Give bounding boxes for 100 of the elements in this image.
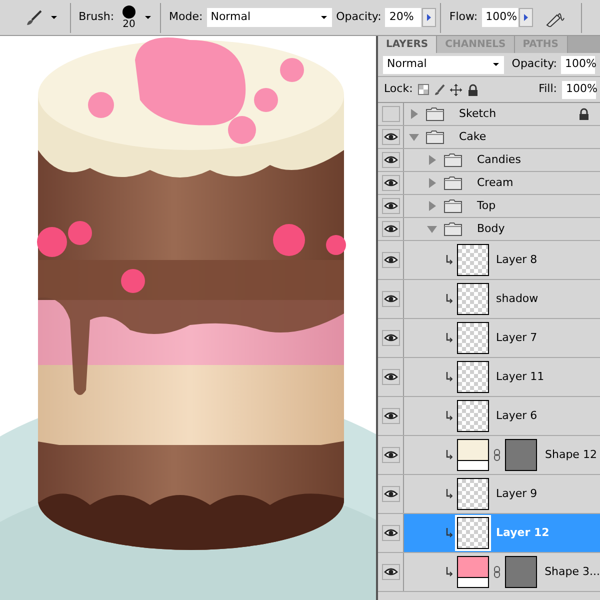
folder-icon <box>426 130 444 144</box>
visibility-toggle[interactable] <box>382 291 400 307</box>
eye-icon <box>384 131 398 143</box>
folder-icon <box>444 153 462 167</box>
opacity-field[interactable]: 20% <box>385 8 421 27</box>
clipping-arrow-icon <box>445 372 453 382</box>
lock-icon <box>466 84 479 96</box>
caret-icon <box>492 62 500 67</box>
opacity-label: Opacity: <box>335 9 382 26</box>
visibility-toggle[interactable] <box>382 175 400 191</box>
layer-row[interactable]: Layer 9 <box>404 475 600 513</box>
blend-mode-dropdown[interactable]: Normal <box>383 56 504 74</box>
layer-name: Layer 6 <box>496 408 538 424</box>
visibility-toggle[interactable] <box>382 525 400 541</box>
clipping-arrow-icon <box>445 411 453 421</box>
visibility-toggle[interactable] <box>382 252 400 268</box>
layer-name: shadow <box>496 290 538 307</box>
layer-row[interactable]: Layer 8 <box>404 241 600 279</box>
layer-name: Layer 8 <box>496 252 538 268</box>
layer-name: Candies <box>477 152 521 168</box>
layer-row[interactable]: Top <box>404 195 600 217</box>
brush-icon <box>26 10 42 26</box>
move-icon <box>450 84 462 96</box>
opacity-label: Opacity: <box>512 56 557 72</box>
brush-tip-icon <box>122 5 136 19</box>
layer-name: Cream <box>477 174 514 191</box>
visibility-toggle[interactable] <box>382 486 400 502</box>
clipping-arrow-icon <box>445 567 453 577</box>
eye-icon <box>384 177 398 189</box>
panel-tab[interactable]: LAYERS <box>378 36 438 53</box>
layer-row[interactable]: Candies <box>404 149 600 171</box>
layer-thumbnail <box>457 478 489 510</box>
folder-icon <box>426 107 444 121</box>
arrow-icon <box>427 14 432 21</box>
layer-name: Layer 9 <box>496 486 538 502</box>
layer-row[interactable]: Shape 12 <box>404 436 600 474</box>
layer-opacity-field[interactable]: 100% <box>561 56 595 74</box>
visibility-toggle[interactable] <box>382 106 400 122</box>
clipping-arrow-icon <box>445 450 453 460</box>
visibility-toggle[interactable] <box>382 369 400 385</box>
clipping-arrow-icon <box>445 294 453 304</box>
clipping-arrow-icon <box>445 255 453 265</box>
clipping-arrow-icon <box>445 489 453 499</box>
layer-name: Body <box>477 220 505 237</box>
layer-row[interactable]: Sketch <box>404 103 600 125</box>
eye-icon <box>384 488 398 500</box>
layer-row[interactable]: shadow <box>404 280 600 318</box>
clipping-arrow-icon <box>445 528 453 538</box>
layer-thumbnail <box>457 283 489 315</box>
eye-icon <box>384 566 398 578</box>
flow-label: Flow: <box>448 9 479 26</box>
flow-field[interactable]: 100% <box>482 8 518 27</box>
chain-icon <box>494 449 500 461</box>
chain-icon <box>494 566 500 578</box>
folder-icon <box>444 199 462 213</box>
layer-name: Layer 12 <box>496 524 550 541</box>
visibility-toggle[interactable] <box>382 198 400 214</box>
eye-icon <box>384 200 398 212</box>
flow-slider-button[interactable] <box>518 8 534 27</box>
eye-icon <box>384 223 398 235</box>
layer-row[interactable]: Layer 11 <box>404 358 600 396</box>
mode-label: Mode: <box>168 9 204 26</box>
layer-thumbnail <box>457 244 489 276</box>
layer-row[interactable]: Shape 3... <box>404 553 600 591</box>
fill-field[interactable]: 100% <box>562 80 596 98</box>
caret-icon <box>50 15 58 20</box>
clipping-arrow-icon <box>445 333 453 343</box>
brush-label: Brush: <box>78 9 116 26</box>
visibility-toggle[interactable] <box>382 152 400 168</box>
brush-icon <box>434 84 445 96</box>
visibility-toggle[interactable] <box>382 564 400 580</box>
eye-icon <box>384 332 398 344</box>
layer-row[interactable]: Cream <box>404 172 600 194</box>
folder-icon <box>444 222 462 236</box>
fill-label: Fill: <box>538 81 557 98</box>
visibility-toggle[interactable] <box>382 129 400 145</box>
layer-thumbnail <box>457 322 489 354</box>
layer-thumbnail <box>457 517 489 549</box>
layer-thumbnail <box>457 361 489 393</box>
visibility-toggle[interactable] <box>382 330 400 346</box>
eye-icon <box>384 371 398 383</box>
opacity-slider-button[interactable] <box>422 8 436 27</box>
caret-icon <box>144 15 152 20</box>
layer-name: Cake <box>459 128 486 145</box>
caret-icon <box>320 15 328 20</box>
mode-dropdown[interactable]: Normal <box>206 8 332 27</box>
layer-row[interactable]: Cake <box>404 126 600 148</box>
eye-icon <box>384 254 398 266</box>
lock-label: Lock: <box>384 81 413 98</box>
visibility-toggle[interactable] <box>382 408 400 424</box>
visibility-toggle[interactable] <box>382 447 400 463</box>
layer-name: Shape 3... <box>544 564 600 580</box>
layer-row[interactable]: Body <box>404 218 600 240</box>
layer-name: Sketch <box>459 106 496 122</box>
layer-row[interactable]: Layer 7 <box>404 319 600 357</box>
eye-icon <box>384 154 398 166</box>
eye-icon <box>384 527 398 539</box>
layer-row[interactable]: Layer 6 <box>404 397 600 435</box>
brush-preset-picker[interactable]: 20 <box>122 5 136 30</box>
visibility-toggle[interactable] <box>382 221 400 237</box>
